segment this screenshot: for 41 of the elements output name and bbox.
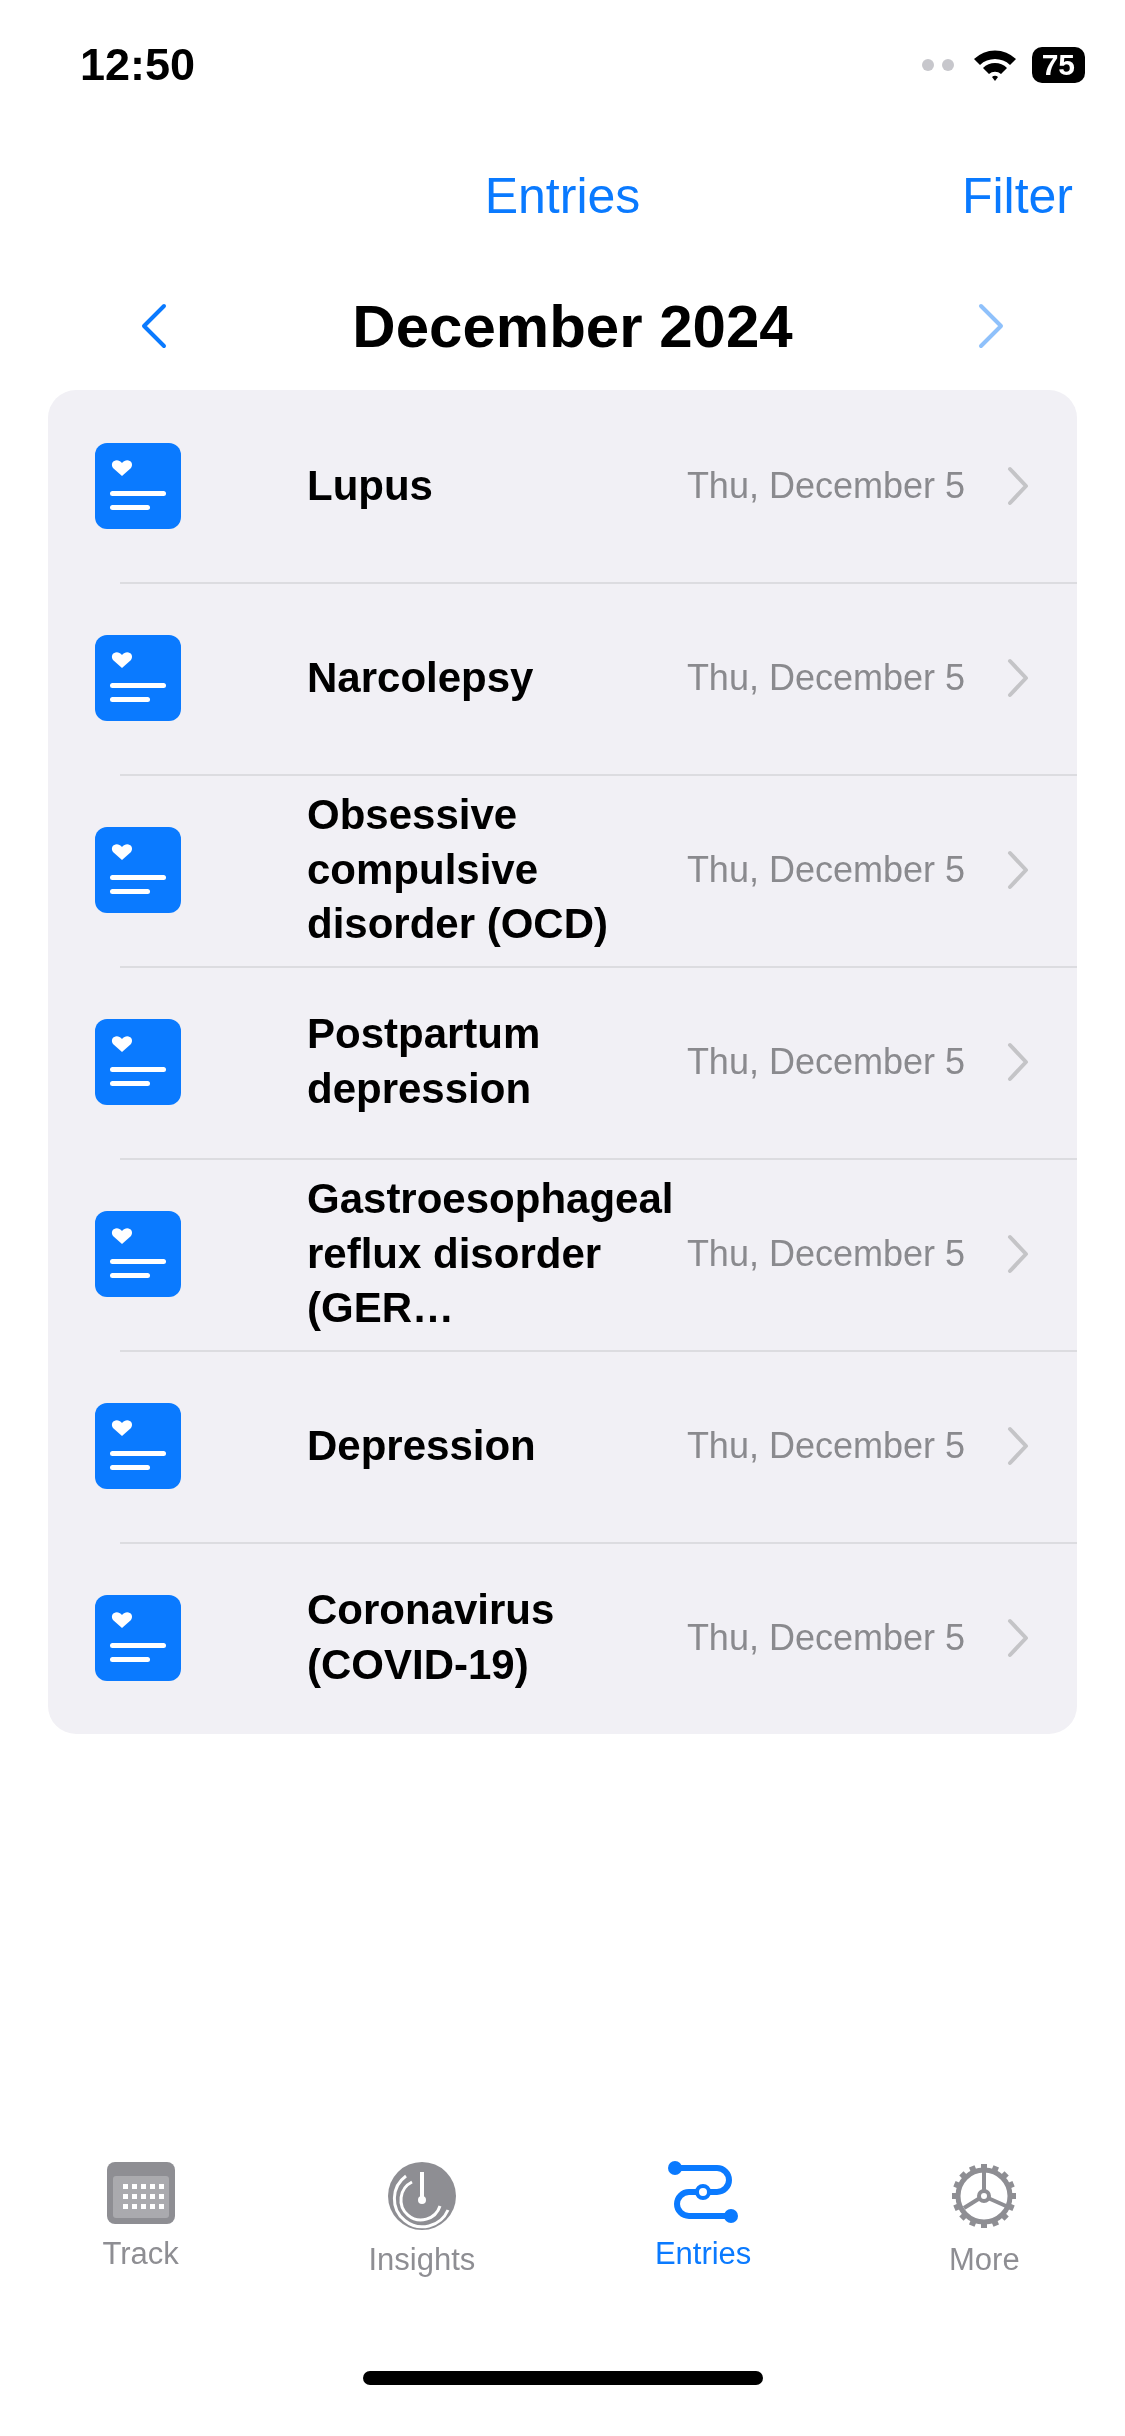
chevron-icon <box>1007 1426 1029 1466</box>
entry-title: Lupus <box>307 460 434 511</box>
month-title: December 2024 <box>352 291 793 361</box>
filter-button[interactable]: Filter <box>961 167 1073 225</box>
health-record-icon <box>95 443 181 529</box>
chevron-icon <box>1007 850 1029 890</box>
entry-date: Thu, December 5 <box>686 1425 965 1467</box>
entry-date: Thu, December 5 <box>686 1233 965 1275</box>
entry-title: Gastroesophageal reflux disorder (GER… <box>307 1174 675 1334</box>
entry-title: Coronavirus (COVID-19) <box>307 1585 556 1690</box>
previous-month-button[interactable] <box>140 302 168 350</box>
gauge-icon <box>385 2160 458 2232</box>
battery-level: 75 <box>1031 47 1085 83</box>
entry-title: Depression <box>307 1420 537 1471</box>
route-icon <box>667 2160 740 2226</box>
entry-date: Thu, December 5 <box>686 1041 965 1083</box>
health-record-icon <box>95 1403 181 1489</box>
tab-item[interactable]: Entries <box>562 2160 844 2320</box>
health-record-icon <box>95 1211 181 1297</box>
tab-item[interactable]: Insights <box>281 2160 563 2320</box>
calendar-icon <box>104 2160 177 2226</box>
entry-date: Thu, December 5 <box>686 1617 965 1659</box>
tab-item[interactable]: More <box>843 2160 1125 2320</box>
chevron-icon <box>1007 658 1029 698</box>
health-record-icon <box>95 1595 181 1681</box>
chevron-icon <box>1007 1618 1029 1658</box>
entry-date: Thu, December 5 <box>686 849 965 891</box>
entry-title: Postpartum depression <box>307 1009 542 1114</box>
health-record-icon <box>95 827 181 913</box>
chevron-icon <box>1007 466 1029 506</box>
entry-title: Narcolepsy <box>307 652 535 703</box>
health-record-icon <box>95 635 181 721</box>
chevron-icon <box>1007 1234 1029 1274</box>
entry-date: Thu, December 5 <box>686 465 965 507</box>
status-time: 12:50 <box>80 39 196 91</box>
nav-title: Entries <box>484 167 641 225</box>
health-record-icon <box>95 1019 181 1105</box>
entry-title: Obsessive compulsive disorder (OCD) <box>307 790 609 950</box>
entry-date: Thu, December 5 <box>686 657 965 699</box>
tab-item[interactable]: Track <box>0 2160 282 2320</box>
chevron-icon <box>1007 1042 1029 1082</box>
